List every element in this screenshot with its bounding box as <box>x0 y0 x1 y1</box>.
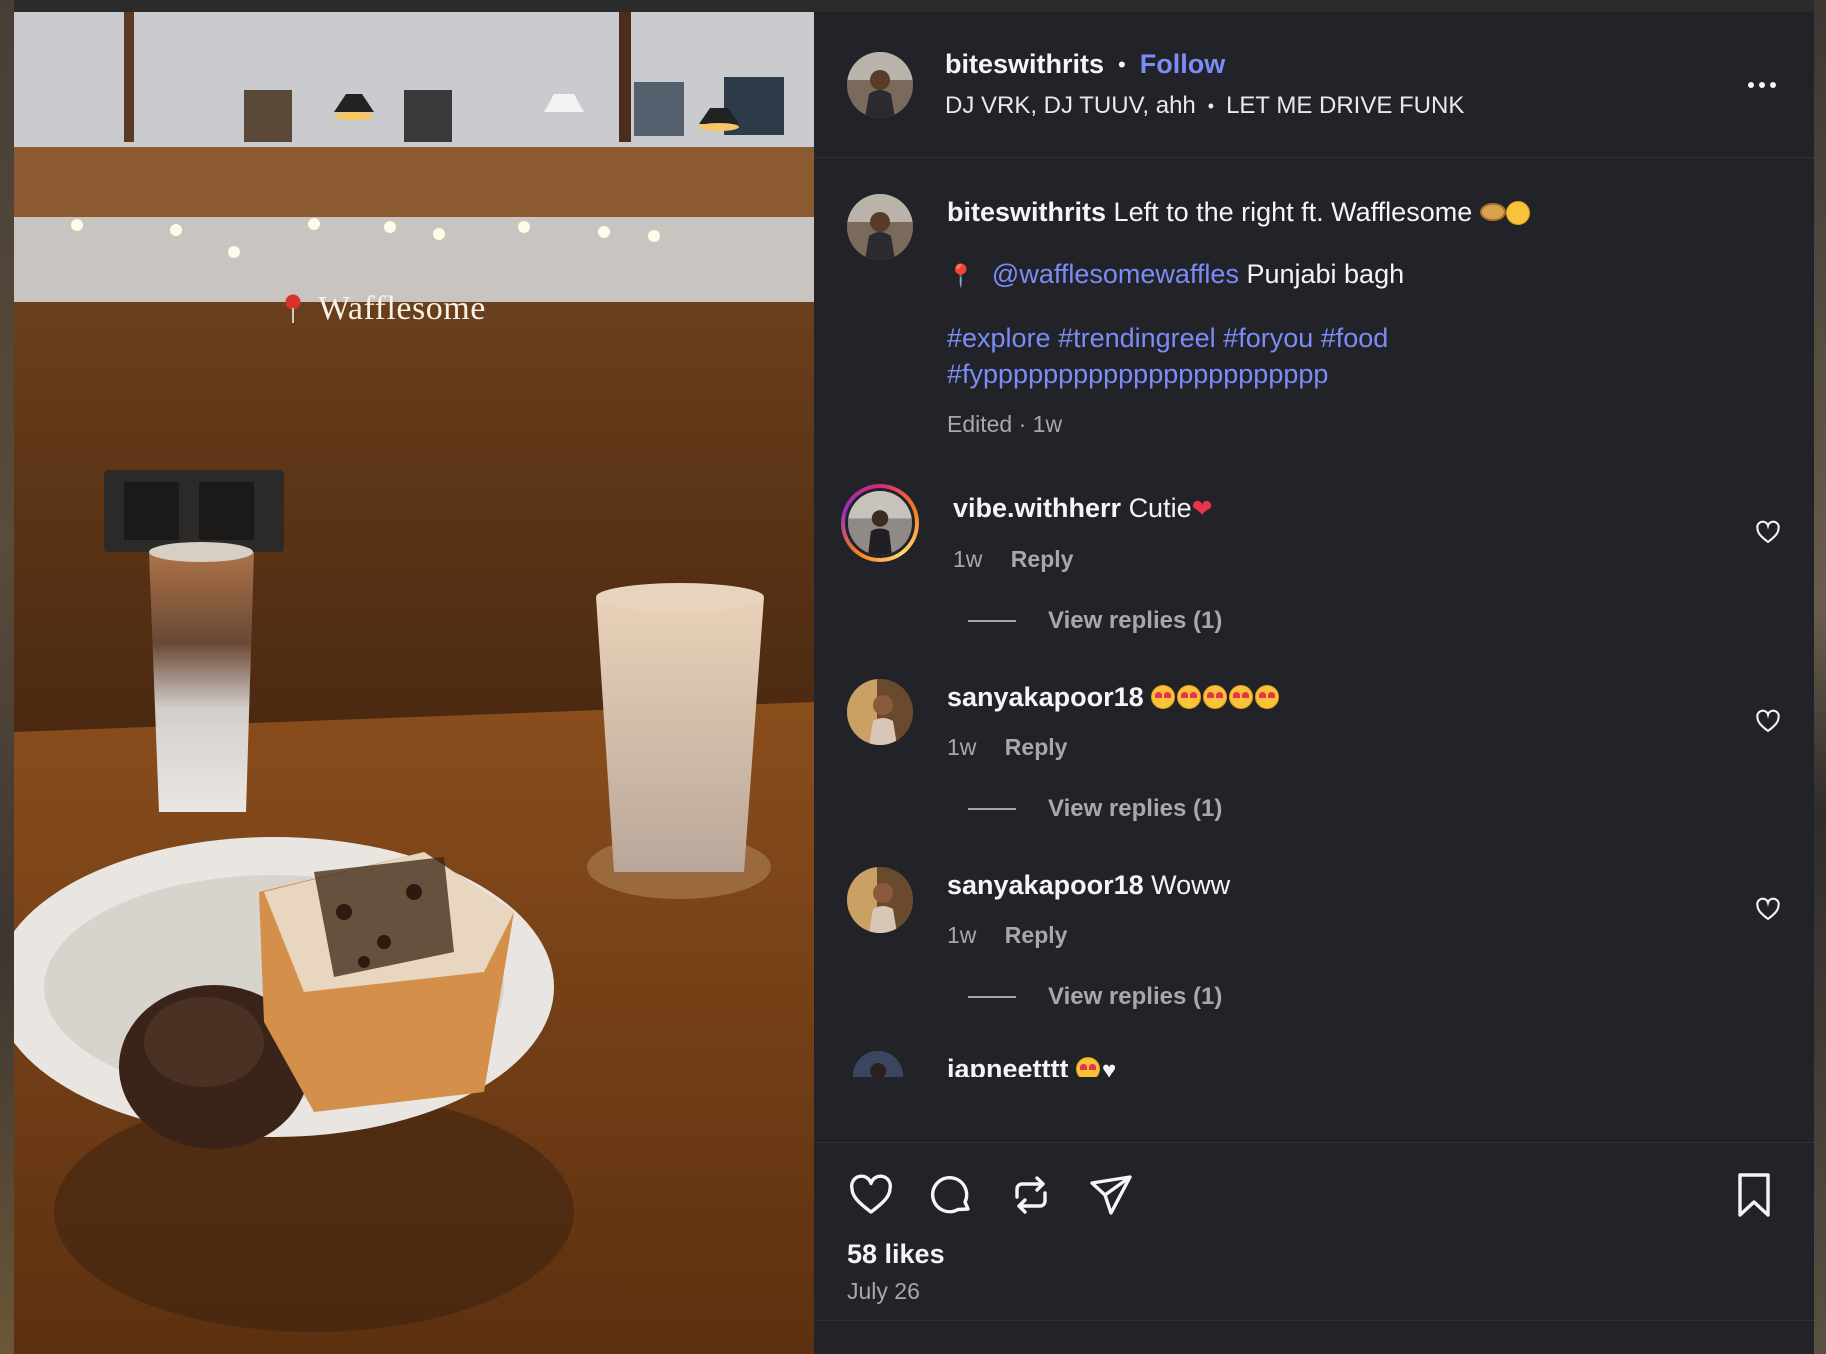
comment-item-partial: japneetttt ♥ <box>847 1051 1782 1077</box>
view-replies-label: View replies (1) <box>1048 983 1223 1010</box>
comment-username[interactable]: sanyakapoor18 <box>947 870 1144 900</box>
caption-hashtags: #explore #trendingreel #foryou #food #fy… <box>947 320 1782 392</box>
replies-divider-line <box>968 808 1016 810</box>
red-heart-emoji-icon: ❤ <box>1191 495 1213 523</box>
caption: biteswithrits Left to the right ft. Waff… <box>847 194 1782 442</box>
audio-artists: DJ VRK, DJ TUUV, ahh <box>945 92 1196 119</box>
comment-time: 1w <box>947 734 977 760</box>
winking-face-emoji-icon <box>1505 201 1530 225</box>
commenter-avatar-story[interactable] <box>841 484 919 562</box>
commenter-avatar[interactable] <box>853 1051 903 1077</box>
commenter-avatar[interactable] <box>847 867 913 933</box>
comment-like-heart-icon[interactable] <box>1754 518 1782 546</box>
comment-text: Woww <box>1151 870 1231 900</box>
heart-eyes-emoji-icon <box>1151 685 1176 709</box>
view-replies-button[interactable]: View replies (1) <box>968 607 1782 635</box>
likes-count[interactable]: 58 likes <box>847 1239 1782 1270</box>
view-replies-label: View replies (1) <box>1048 795 1223 822</box>
comment-like-heart-icon[interactable] <box>1754 707 1782 735</box>
white-heart-emoji-icon: ♥ <box>1102 1057 1117 1077</box>
heart-eyes-emoji-icon <box>1203 685 1228 709</box>
comment-text: Cutie <box>1128 493 1192 523</box>
post-side-panel: biteswithrits • Follow DJ VRK, DJ TUUV, … <box>814 12 1814 1354</box>
comment-like-heart-icon[interactable] <box>1754 895 1782 923</box>
audio-separator: • <box>1207 95 1215 116</box>
audio-info[interactable]: DJ VRK, DJ TUUV, ahh • LET ME DRIVE FUNK <box>945 92 1742 120</box>
location-sticker-label: Wafflesome <box>318 290 486 327</box>
like-heart-icon[interactable] <box>847 1171 895 1219</box>
waffle-emoji-icon <box>1479 203 1506 221</box>
comment-body: vibe.withherr Cutie❤ 1w Reply <box>953 490 1754 577</box>
reply-button[interactable]: Reply <box>1005 734 1068 760</box>
hashtags-line-1[interactable]: #explore #trendingreel #foryou #food <box>947 320 1782 356</box>
comment-body: sanyakapoor18 Woww 1w Reply <box>947 867 1754 953</box>
background-thumbnail-left <box>0 0 14 1354</box>
comment-username[interactable]: sanyakapoor18 <box>947 682 1144 712</box>
comment-body: sanyakapoor18 1w Reply <box>947 679 1754 765</box>
follow-button[interactable]: Follow <box>1140 49 1225 80</box>
comment-item: sanyakapoor18 Woww 1w Reply View replies… <box>847 867 1782 1011</box>
view-replies-button[interactable]: View replies (1) <box>968 983 1782 1011</box>
comments-section[interactable]: biteswithrits Left to the right ft. Waff… <box>814 158 1814 1142</box>
view-replies-label: View replies (1) <box>1048 607 1223 634</box>
action-bar: 58 likes July 26 <box>814 1142 1814 1320</box>
post-media[interactable]: Wafflesome <box>14 12 814 1354</box>
pin-emoji-icon: 📍 <box>947 263 975 288</box>
reply-button[interactable]: Reply <box>1011 546 1074 572</box>
header-separator: • <box>1118 51 1126 77</box>
reel-photo <box>14 12 814 1354</box>
commenter-avatar[interactable] <box>847 679 913 745</box>
reply-button[interactable]: Reply <box>1005 922 1068 948</box>
add-comment-area[interactable] <box>814 1320 1814 1354</box>
author-avatar[interactable] <box>847 51 913 118</box>
bookmark-icon[interactable] <box>1734 1171 1774 1219</box>
location-sticker[interactable]: Wafflesome <box>284 290 486 328</box>
caption-meta: Edited · 1w <box>947 411 1063 437</box>
hashtags-line-2[interactable]: #fyppppppppppppppppppppppp <box>947 356 1782 392</box>
heart-eyes-emoji-icon <box>1229 685 1254 709</box>
heart-eyes-emoji-icon <box>1177 685 1202 709</box>
caption-location-line: 📍 @wafflesomewaffles Punjabi bagh <box>947 256 1782 294</box>
share-send-icon[interactable] <box>1087 1171 1135 1219</box>
more-horizontal-icon[interactable] <box>1742 65 1782 105</box>
author-username[interactable]: biteswithrits <box>945 49 1104 80</box>
caption-location-text: Punjabi bagh <box>1246 259 1405 289</box>
comment-username[interactable]: japneetttt <box>947 1054 1069 1077</box>
replies-divider-line <box>968 996 1016 998</box>
heart-eyes-emoji-icon <box>1255 685 1280 709</box>
post-modal: Wafflesome biteswithrits • Follow DJ VRK… <box>14 12 1814 1354</box>
replies-divider-line <box>968 620 1016 622</box>
comment-item: vibe.withherr Cutie❤ 1w Reply View repli… <box>841 484 1782 635</box>
view-replies-button[interactable]: View replies (1) <box>968 795 1782 823</box>
heart-eyes-emoji-group <box>1151 682 1281 712</box>
heart-eyes-emoji-icon <box>1076 1057 1101 1077</box>
audio-track: LET ME DRIVE FUNK <box>1226 92 1465 119</box>
background-thumbnail-right <box>1814 0 1826 1354</box>
comment-item: sanyakapoor18 1w Reply View replies (1) <box>847 679 1782 823</box>
map-pin-icon <box>285 294 301 323</box>
caption-text: Left to the right ft. Wafflesome <box>1113 197 1473 227</box>
caption-username[interactable]: biteswithrits <box>947 197 1106 227</box>
caption-body: biteswithrits Left to the right ft. Waff… <box>947 194 1782 442</box>
comment-bubble-icon[interactable] <box>927 1171 975 1219</box>
caption-mention-link[interactable]: @wafflesomewaffles <box>992 259 1239 289</box>
comment-time: 1w <box>953 546 983 572</box>
comment-time: 1w <box>947 922 977 948</box>
post-header: biteswithrits • Follow DJ VRK, DJ TUUV, … <box>814 12 1814 158</box>
post-header-text: biteswithrits • Follow DJ VRK, DJ TUUV, … <box>945 49 1742 120</box>
comment-username[interactable]: vibe.withherr <box>953 493 1121 523</box>
post-date: July 26 <box>847 1278 920 1304</box>
repost-icon[interactable] <box>1007 1171 1055 1219</box>
caption-avatar[interactable] <box>847 194 913 260</box>
